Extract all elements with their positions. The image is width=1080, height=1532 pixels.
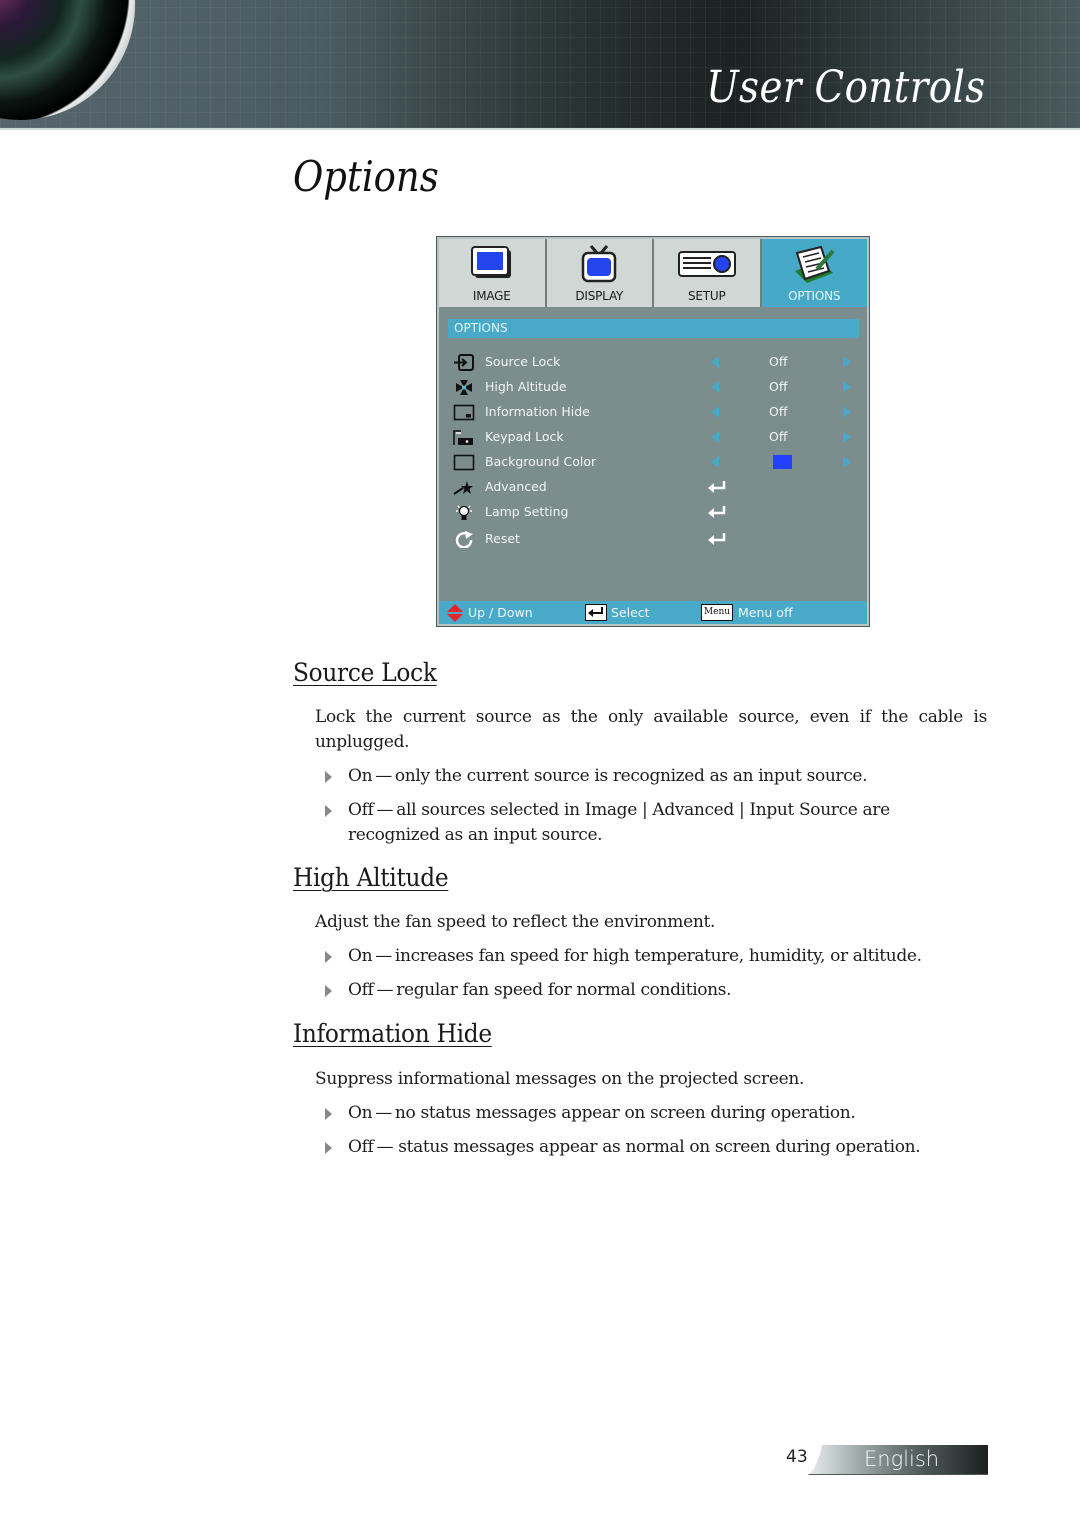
hint-select: Select — [611, 605, 650, 620]
source-lock-bullet-off: Off — all sources selected in Image | Ad… — [325, 798, 965, 848]
lamp-icon — [456, 505, 472, 520]
heading-source-lock: Source Lock — [293, 658, 437, 687]
tab-image[interactable]: IMAGE — [439, 239, 547, 307]
projector-icon — [677, 251, 736, 277]
tab-options[interactable]: OPTIONS — [761, 239, 867, 307]
row-value: Off — [769, 404, 788, 419]
bullet-arrow-icon — [325, 985, 332, 997]
row-value: Off — [769, 429, 788, 444]
row-label: Lamp Setting — [485, 504, 569, 519]
enter-icon[interactable] — [707, 532, 727, 546]
menu-row-lamp-setting[interactable]: Lamp Setting — [453, 501, 853, 523]
notepad-pen-icon — [795, 245, 835, 283]
menu-row-high-altitude[interactable]: High Altitude Off — [453, 376, 853, 398]
arrow-right-icon[interactable] — [843, 406, 851, 418]
osd-menu: IMAGE DISPLAY SETUP OPTIONS OPTIONS Sour… — [436, 236, 870, 627]
header-banner: User Controls — [0, 0, 1080, 130]
enter-icon[interactable] — [707, 480, 727, 494]
fan-icon — [456, 380, 472, 395]
up-down-arrows-icon — [447, 604, 463, 622]
enter-icon[interactable] — [707, 505, 727, 519]
advanced-icon — [453, 481, 473, 495]
tab-label: DISPLAY — [575, 289, 624, 303]
hint-up-down: Up / Down — [468, 605, 533, 620]
tab-label: OPTIONS — [788, 289, 841, 303]
arrow-left-icon[interactable] — [711, 456, 719, 468]
heading-information-hide: Information Hide — [293, 1019, 492, 1048]
monitor-icon — [470, 246, 511, 278]
arrow-left-icon[interactable] — [711, 381, 719, 393]
menu-row-advanced[interactable]: Advanced — [453, 476, 853, 498]
arrow-left-icon[interactable] — [711, 406, 719, 418]
source-lock-icon — [454, 354, 474, 371]
tab-label: IMAGE — [472, 289, 511, 303]
high-altitude-bullet-off: Off — regular fan speed for normal condi… — [325, 978, 985, 1003]
source-lock-description: Lock the current source as the only avai… — [315, 707, 987, 752]
bullet-arrow-icon — [325, 1142, 332, 1154]
osd-section-title: OPTIONS — [448, 319, 859, 338]
menu-key-icon: Menu — [701, 604, 733, 621]
menu-row-reset[interactable]: Reset — [453, 528, 853, 550]
arrow-right-icon[interactable] — [843, 381, 851, 393]
row-label: Source Lock — [485, 354, 561, 369]
source-lock-bullet-on: On — only the current source is recogniz… — [325, 764, 985, 789]
bullet-arrow-icon — [325, 1108, 332, 1120]
osd-footer-hints: Up / Down Select Menu Menu off — [439, 601, 867, 624]
row-label: Keypad Lock — [485, 429, 564, 444]
row-value: Off — [769, 354, 788, 369]
row-label: High Altitude — [485, 379, 567, 394]
arrow-right-icon[interactable] — [843, 356, 851, 368]
bullet-arrow-icon — [325, 771, 332, 783]
heading-high-altitude: High Altitude — [293, 863, 449, 892]
banner-title: User Controls — [706, 62, 986, 113]
select-enter-icon — [585, 604, 607, 621]
bullet-arrow-icon — [325, 951, 332, 963]
row-label: Reset — [485, 531, 520, 546]
menu-row-information-hide[interactable]: Information Hide Off — [453, 401, 853, 423]
arrow-right-icon[interactable] — [843, 456, 851, 468]
information-hide-description: Suppress informational messages on the p… — [315, 1069, 805, 1089]
background-color-icon — [453, 454, 475, 471]
page-number: 43 — [786, 1447, 808, 1467]
high-altitude-description: Adjust the fan speed to reflect the envi… — [315, 912, 716, 932]
row-label: Information Hide — [485, 404, 590, 419]
osd-tab-bar: IMAGE DISPLAY SETUP OPTIONS — [439, 239, 867, 307]
row-label: Background Color — [485, 454, 597, 469]
tab-display[interactable]: DISPLAY — [546, 239, 654, 307]
information-hide-bullet-off: Off — status messages appear as normal o… — [325, 1135, 985, 1160]
high-altitude-bullet-on: On — increases fan speed for high temper… — [325, 944, 985, 969]
arrow-right-icon[interactable] — [843, 431, 851, 443]
tv-icon — [582, 245, 617, 283]
bullet-arrow-icon — [325, 805, 332, 817]
row-label: Advanced — [485, 479, 547, 494]
reset-icon — [455, 531, 473, 548]
language-label: English — [864, 1447, 940, 1471]
keypad-lock-icon — [453, 430, 473, 445]
hint-menu-off: Menu off — [738, 605, 793, 620]
arrow-left-icon[interactable] — [711, 431, 719, 443]
arrow-left-icon[interactable] — [711, 356, 719, 368]
information-hide-bullet-on: On — no status messages appear on screen… — [325, 1101, 985, 1126]
menu-row-background-color[interactable]: Background Color — [453, 451, 853, 473]
lens-graphic — [0, 0, 135, 120]
page-title: Options — [293, 152, 439, 201]
background-color-swatch — [773, 455, 792, 469]
menu-row-keypad-lock[interactable]: Keypad Lock Off — [453, 426, 853, 448]
menu-row-source-lock[interactable]: Source Lock Off — [453, 351, 853, 373]
row-value: Off — [769, 379, 788, 394]
tab-setup[interactable]: SETUP — [654, 239, 762, 307]
tab-label: SETUP — [687, 289, 726, 303]
info-hide-icon — [453, 404, 475, 421]
